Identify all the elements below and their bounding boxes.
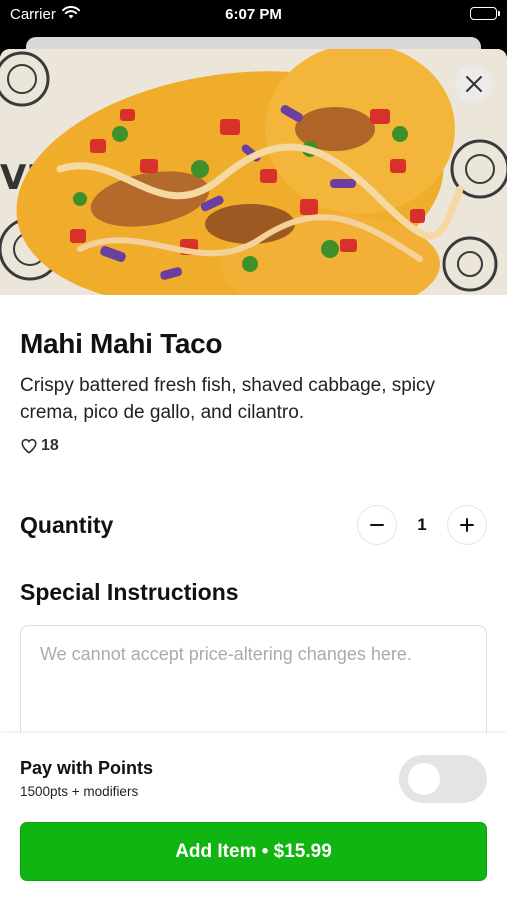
quantity-row: Quantity 1 (20, 505, 487, 545)
status-bar: Carrier 6:07 PM (0, 0, 507, 30)
like-count-value: 18 (41, 437, 59, 454)
item-detail-sheet: VI Mahi Mahi Taco Crispy battered fresh … (0, 49, 507, 900)
item-description: Crispy battered fresh fish, shaved cabba… (20, 375, 436, 423)
minus-icon (370, 524, 384, 526)
pay-with-points-toggle[interactable] (399, 755, 487, 803)
pay-with-points-row: Pay with Points 1500pts + modifiers (20, 755, 487, 803)
item-title: Mahi Mahi Taco (20, 328, 223, 359)
item-content: Mahi Mahi Taco Crispy battered fresh fis… (0, 328, 507, 770)
special-instructions-label: Special Instructions (20, 579, 239, 605)
decrement-button[interactable] (357, 505, 397, 545)
quantity-stepper: 1 (357, 505, 487, 545)
quantity-value: 1 (417, 515, 427, 534)
item-photo: VI (0, 49, 507, 295)
screen: Carrier 6:07 PM VI Mahi Mahi Taco Crispy… (0, 0, 507, 900)
checkout-bar: Pay with Points 1500pts + modifiers Add … (0, 733, 507, 900)
heart-outline-icon (21, 438, 37, 454)
increment-button[interactable] (447, 505, 487, 545)
plus-icon (460, 518, 474, 532)
toggle-knob (408, 763, 440, 795)
add-item-button[interactable]: Add Item • $15.99 (20, 822, 487, 881)
like-count[interactable]: 18 (20, 437, 487, 455)
close-button[interactable] (455, 65, 493, 103)
close-icon (466, 76, 482, 92)
clock: 6:07 PM (225, 6, 282, 23)
quantity-label: Quantity (20, 511, 114, 538)
battery-icon (470, 7, 500, 20)
